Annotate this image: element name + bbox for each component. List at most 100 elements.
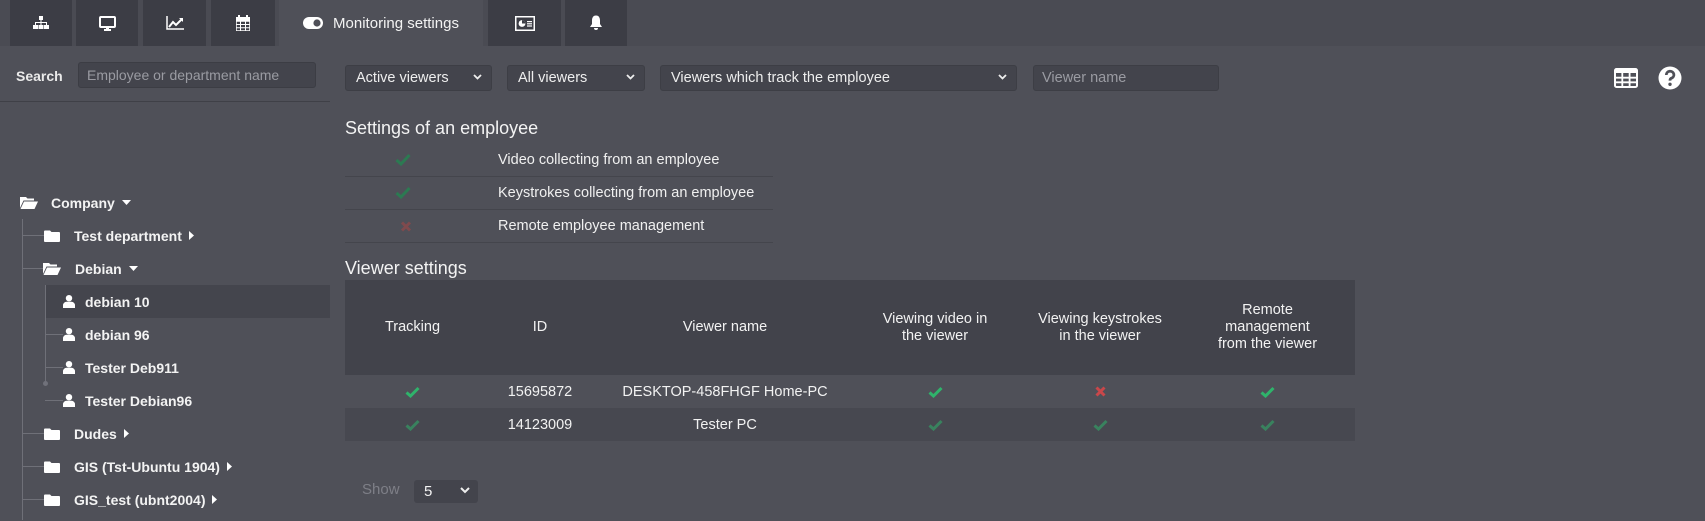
- caret-right-icon[interactable]: [123, 429, 129, 438]
- viewer-name-cell: DESKTOP-458FHGF Home-PC: [622, 383, 828, 400]
- tree-connector: [45, 334, 63, 335]
- column-header-viewing-keystrokes[interactable]: Viewing keystrokes in the viewer: [1020, 280, 1180, 375]
- tab-calendar[interactable]: [211, 0, 275, 46]
- tab-structure[interactable]: [10, 0, 72, 46]
- viewer-tracking-filter-select[interactable]: Viewers which track the employee: [660, 65, 1017, 91]
- viewer-name-cell: Tester PC: [693, 416, 757, 433]
- tree-connector: [22, 499, 44, 500]
- caret-down-icon[interactable]: [121, 200, 131, 205]
- column-header-tracking[interactable]: Tracking: [345, 280, 480, 375]
- select-value: All viewers: [518, 70, 588, 86]
- tree-node-label: debian 10: [85, 293, 150, 310]
- tree-node-label: GIS (Tst-Ubuntu 1904): [74, 458, 220, 475]
- show-label: Show: [362, 481, 400, 498]
- tree-node-dudes[interactable]: Dudes: [44, 417, 129, 450]
- viewer-settings-table: Tracking ID Viewer name Viewing video in…: [345, 280, 1355, 441]
- viewer-name-input[interactable]: [1033, 65, 1219, 91]
- tree-connector: [22, 268, 44, 269]
- tree-connector: [45, 367, 63, 368]
- tree-node-label: Test department: [74, 227, 182, 244]
- employee-setting-row: Video collecting from an employee: [345, 144, 773, 177]
- table-view-button[interactable]: [1614, 68, 1638, 93]
- id-card-icon: [514, 15, 535, 31]
- toggle-icon: [303, 17, 324, 29]
- chevron-down-icon: [626, 74, 635, 80]
- help-icon: [1658, 66, 1682, 90]
- chevron-down-icon: [460, 487, 470, 494]
- column-header-viewer-name[interactable]: Viewer name: [600, 280, 850, 375]
- tree-connector: [45, 400, 63, 401]
- keystrokes-cell[interactable]: [1020, 408, 1180, 441]
- column-header-viewing-video[interactable]: Viewing video in the viewer: [850, 280, 1020, 375]
- tab-reports[interactable]: [488, 0, 561, 46]
- sidebar: Search Company Test department: [0, 46, 330, 521]
- tree-node-gis-test[interactable]: GIS_test (ubnt2004): [44, 483, 218, 516]
- bell-icon: [590, 15, 602, 30]
- caret-down-icon[interactable]: [128, 266, 138, 271]
- user-icon: [63, 295, 75, 308]
- tree-node-debian-10[interactable]: debian 10: [46, 285, 330, 318]
- active-viewers-select[interactable]: Active viewers: [345, 65, 492, 91]
- tree-node-debian-96[interactable]: debian 96: [63, 318, 150, 351]
- column-header-id[interactable]: ID: [480, 280, 600, 375]
- all-viewers-select[interactable]: All viewers: [507, 65, 645, 91]
- table-header: Tracking ID Viewer name Viewing video in…: [345, 280, 1355, 375]
- tree-node-tester-deb911[interactable]: Tester Deb911: [63, 351, 179, 384]
- tree-node-test-department[interactable]: Test department: [44, 219, 194, 252]
- tracking-cell[interactable]: [345, 375, 480, 408]
- tree-node-label: Tester Deb911: [85, 359, 179, 376]
- check-icon: [1093, 419, 1108, 431]
- caret-right-icon[interactable]: [226, 462, 232, 471]
- setting-label: Keystrokes collecting from an employee: [498, 185, 755, 201]
- chevron-down-icon: [473, 74, 482, 80]
- select-value: 5: [424, 483, 433, 500]
- tree-node-tester-debian96[interactable]: Tester Debian96: [63, 384, 192, 417]
- tab-charts[interactable]: [143, 0, 206, 46]
- employee-settings-list: Video collecting from an employee Keystr…: [345, 144, 773, 243]
- check-icon: [1260, 386, 1275, 398]
- tree-node-label: GIS_test (ubnt2004): [74, 491, 206, 508]
- tab-monitoring-settings[interactable]: Monitoring settings: [279, 0, 483, 46]
- remote-cell[interactable]: [1180, 408, 1355, 441]
- tree-connector: [22, 235, 44, 236]
- monitor-icon: [98, 15, 116, 31]
- folder-open-icon: [43, 263, 61, 275]
- tab-notifications[interactable]: [565, 0, 627, 46]
- viewer-id-cell: 14123009: [507, 416, 573, 433]
- table-row[interactable]: 14123009 Tester PC: [345, 408, 1355, 441]
- employee-search-input[interactable]: [78, 62, 316, 88]
- tree-connector-end: [43, 381, 48, 386]
- tree-node-company[interactable]: Company: [20, 186, 131, 219]
- tree-connector: [22, 433, 44, 434]
- keystrokes-cell[interactable]: [1020, 375, 1180, 408]
- tab-label: Monitoring settings: [333, 14, 459, 32]
- video-cell[interactable]: [850, 375, 1020, 408]
- viewer-id-cell: 15695872: [507, 383, 573, 400]
- search-label: Search: [16, 68, 63, 84]
- folder-icon: [44, 428, 60, 440]
- table-row[interactable]: 15695872 DESKTOP-458FHGF Home-PC: [345, 375, 1355, 408]
- cross-icon: [1094, 386, 1106, 397]
- select-value: Active viewers: [356, 70, 449, 86]
- select-value: Viewers which track the employee: [671, 70, 890, 86]
- tracking-cell[interactable]: [345, 408, 480, 441]
- tree-node-gis[interactable]: GIS (Tst-Ubuntu 1904): [44, 450, 232, 483]
- folder-icon: [44, 494, 60, 506]
- tab-computers[interactable]: [76, 0, 138, 46]
- tree-connector: [22, 466, 44, 467]
- check-icon: [1260, 419, 1275, 431]
- viewer-settings-title: Viewer settings: [345, 258, 467, 278]
- check-icon: [928, 386, 943, 398]
- tree-node-debian[interactable]: Debian: [43, 252, 138, 285]
- video-cell[interactable]: [850, 408, 1020, 441]
- tree-node-label: debian 96: [85, 326, 150, 343]
- caret-right-icon[interactable]: [212, 495, 218, 504]
- caret-right-icon[interactable]: [188, 231, 194, 240]
- page-size-select[interactable]: 5: [414, 480, 478, 503]
- user-icon: [63, 361, 75, 374]
- tree-node-label: Debian: [75, 260, 122, 277]
- remote-cell[interactable]: [1180, 375, 1355, 408]
- column-header-remote-management[interactable]: Remote management from the viewer: [1180, 280, 1355, 375]
- cross-icon: [400, 221, 412, 232]
- help-button[interactable]: [1658, 66, 1682, 95]
